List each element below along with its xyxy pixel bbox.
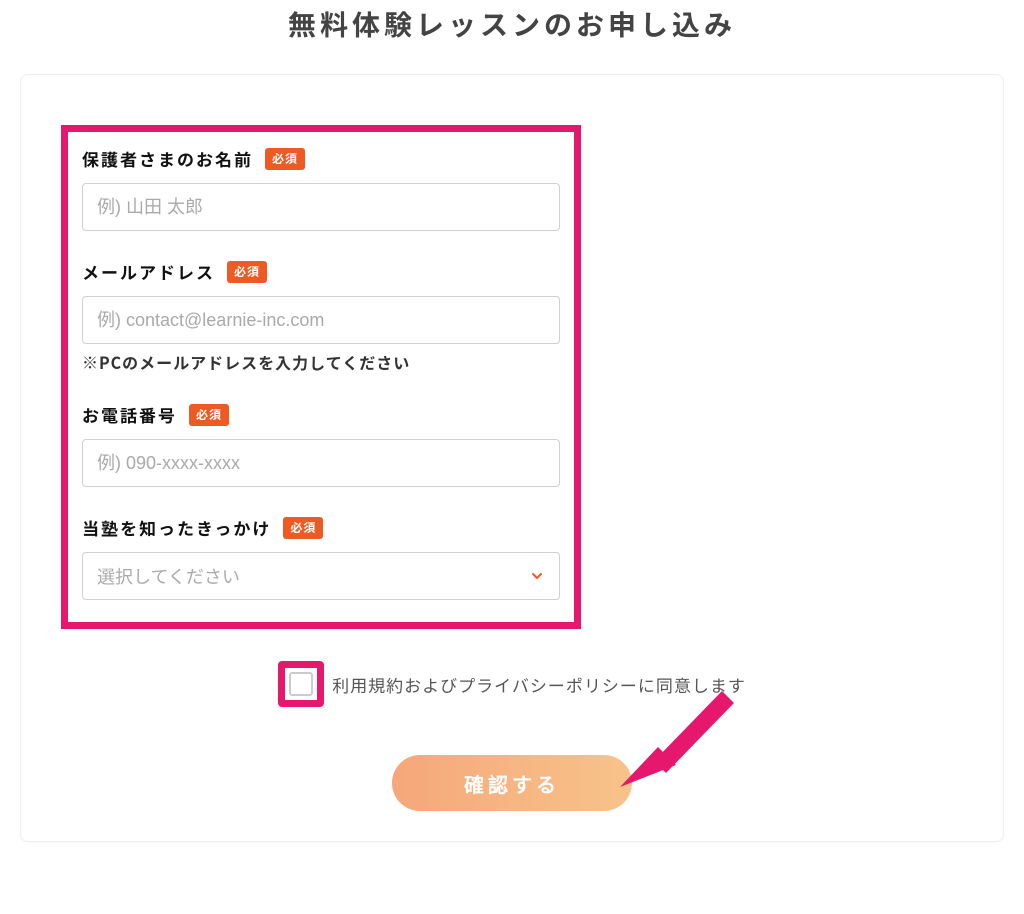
field-referral: 当塾を知ったきっかけ 必須 選択してください	[82, 515, 560, 600]
required-badge: 必須	[283, 517, 323, 539]
phone-label: お電話番号	[82, 402, 177, 427]
email-note: ※PCのメールアドレスを入力してください	[82, 350, 560, 374]
guardian-name-input[interactable]	[82, 183, 560, 231]
phone-input[interactable]	[82, 439, 560, 487]
field-phone: お電話番号 必須	[82, 402, 560, 487]
required-badge: 必須	[227, 261, 267, 283]
referral-label: 当塾を知ったきっかけ	[82, 515, 271, 540]
email-input[interactable]	[82, 296, 560, 344]
consent-checkbox[interactable]	[289, 672, 313, 696]
consent-checkbox-highlight	[278, 661, 324, 707]
guardian-name-label: 保護者さまのお名前	[82, 146, 253, 171]
form-card: 保護者さまのお名前 必須 メールアドレス 必須 ※PCのメールアドレスを入力して…	[20, 74, 1004, 842]
field-guardian-name: 保護者さまのお名前 必須	[82, 146, 560, 231]
page-title: 無料体験レッスンのお申し込み	[0, 0, 1024, 74]
consent-row: 利用規約およびプライバシーポリシーに同意します	[61, 661, 963, 707]
submit-row: 確認する	[61, 755, 963, 811]
email-label: メールアドレス	[82, 259, 215, 284]
form-highlight-box: 保護者さまのお名前 必須 メールアドレス 必須 ※PCのメールアドレスを入力して…	[61, 125, 581, 629]
confirm-button[interactable]: 確認する	[392, 755, 632, 811]
chevron-down-icon	[529, 568, 545, 584]
referral-select-placeholder: 選択してください	[97, 563, 240, 589]
field-email: メールアドレス 必須 ※PCのメールアドレスを入力してください	[82, 259, 560, 374]
required-badge: 必須	[265, 148, 305, 170]
referral-select[interactable]: 選択してください	[82, 552, 560, 600]
consent-text: 利用規約およびプライバシーポリシーに同意します	[332, 672, 746, 697]
required-badge: 必須	[189, 404, 229, 426]
